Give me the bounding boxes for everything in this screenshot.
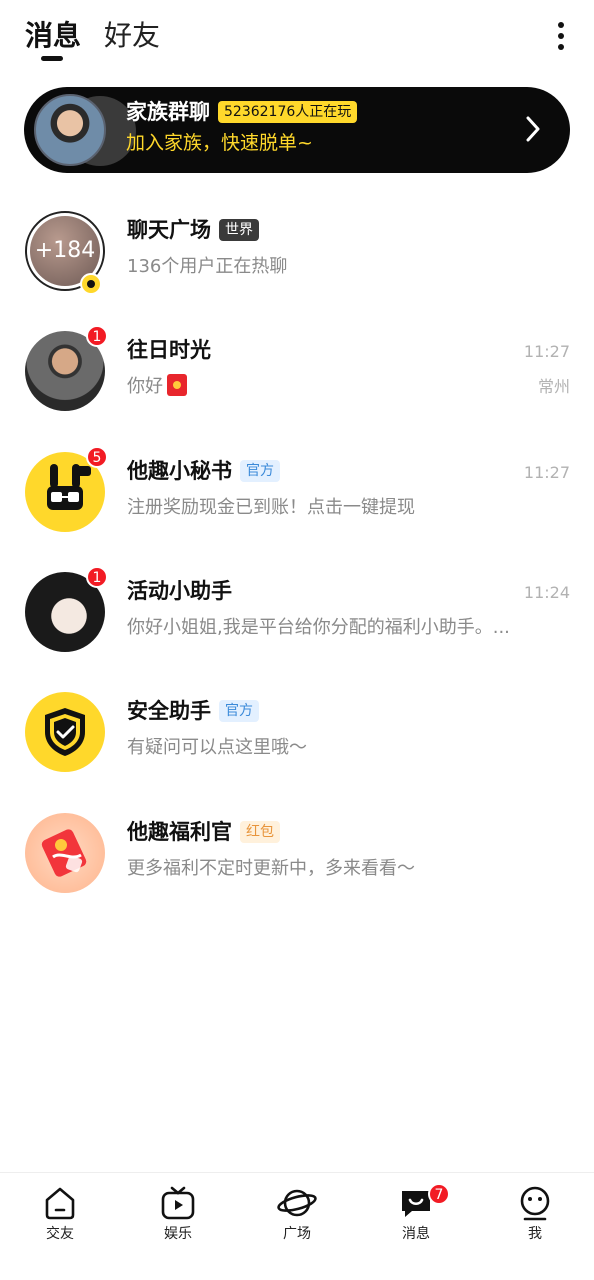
security-avatar xyxy=(25,692,105,772)
family-subtitle: 加入家族，快速脱单~ xyxy=(126,132,313,154)
family-avatar xyxy=(34,94,106,166)
item-subtitle: 注册奖励现金已到账！点击一键提现 xyxy=(127,497,415,518)
item-subtitle: 你好 xyxy=(127,373,187,401)
item-time: 11:27 xyxy=(523,342,570,361)
item-title: 往日时光 xyxy=(127,338,211,362)
red-packet-tag: 红包 xyxy=(240,821,280,843)
item-subtitle: 更多福利不定时更新中，多来看看～ xyxy=(127,858,415,879)
official-tag: 官方 xyxy=(240,460,280,482)
item-title: 聊天广场 世界 xyxy=(127,215,259,245)
gift-envelope-icon xyxy=(41,829,87,877)
tab-messages[interactable]: 消息 xyxy=(25,16,81,56)
item-title: 安全助手 官方 xyxy=(127,696,259,726)
tab-indicator xyxy=(41,56,63,61)
nav-plaza[interactable]: 广场 xyxy=(257,1185,337,1255)
family-group-banner[interactable]: 家族群聊 52362176人正在玩 加入家族，快速脱单~ xyxy=(24,87,570,173)
planet-icon xyxy=(277,1189,317,1217)
red-envelope-icon xyxy=(167,374,187,396)
friends-icon xyxy=(45,1187,75,1220)
nav-label: 消息 xyxy=(402,1226,430,1242)
unread-badge: 1 xyxy=(86,566,108,588)
nav-friends[interactable]: 交友 xyxy=(20,1185,100,1255)
tv-icon xyxy=(161,1186,195,1220)
nav-unread-badge: 7 xyxy=(428,1183,450,1205)
welfare-avatar xyxy=(25,813,105,893)
chat-icon xyxy=(80,273,102,295)
official-tag: 官方 xyxy=(219,700,259,722)
nav-label: 娱乐 xyxy=(164,1226,192,1242)
profile-icon xyxy=(520,1186,550,1221)
nav-label: 广场 xyxy=(283,1226,311,1242)
list-item-chat-square[interactable]: +184 聊天广场 世界 136个用户正在热聊 xyxy=(0,211,594,321)
unread-badge: 1 xyxy=(86,325,108,347)
unread-badge: 5 xyxy=(86,446,108,468)
list-item-conversation[interactable]: 1 活动小助手 你好小姐姐,我是平台给你分配的福利小助手。... 11:24 xyxy=(0,566,594,682)
header: 消息 好友 xyxy=(0,0,594,80)
item-time: 11:24 xyxy=(523,583,570,602)
bottom-nav: 交友 娱乐 广场 7 消息 我 xyxy=(0,1172,594,1280)
shield-icon xyxy=(45,708,85,756)
item-title: 他趣小秘书 官方 xyxy=(127,456,280,486)
family-title: 家族群聊 xyxy=(126,100,210,124)
list-item-conversation[interactable]: 安全助手 官方 有疑问可以点这里哦～ xyxy=(0,692,594,802)
item-time: 11:27 xyxy=(523,463,570,482)
nav-entertainment[interactable]: 娱乐 xyxy=(138,1185,218,1255)
item-title: 活动小助手 xyxy=(127,579,232,603)
chevron-right-icon xyxy=(526,116,540,142)
item-title: 他趣福利官 红包 xyxy=(127,817,280,847)
list-item-conversation[interactable]: 5 他趣小秘书 官方 注册奖励现金已到账！点击一键提现 11:27 xyxy=(0,446,594,562)
nav-profile[interactable]: 我 xyxy=(495,1185,575,1255)
nav-messages[interactable]: 7 消息 xyxy=(376,1183,456,1255)
family-online-count: 52362176人正在玩 xyxy=(218,101,358,123)
more-options-icon[interactable] xyxy=(554,22,568,50)
world-tag: 世界 xyxy=(219,219,259,241)
nav-label: 交友 xyxy=(46,1226,74,1242)
list-item-conversation[interactable]: 1 往日时光 你好 11:27 常州 xyxy=(0,325,594,441)
list-item-conversation[interactable]: 他趣福利官 红包 更多福利不定时更新中，多来看看～ xyxy=(0,813,594,923)
nav-label: 我 xyxy=(528,1226,542,1242)
item-subtitle: 你好小姐姐,我是平台给你分配的福利小助手。... xyxy=(127,617,510,638)
item-location: 常州 xyxy=(537,377,570,396)
item-subtitle: 136个用户正在热聊 xyxy=(127,256,288,277)
item-subtitle: 有疑问可以点这里哦～ xyxy=(127,737,307,758)
tab-friends[interactable]: 好友 xyxy=(104,16,160,56)
